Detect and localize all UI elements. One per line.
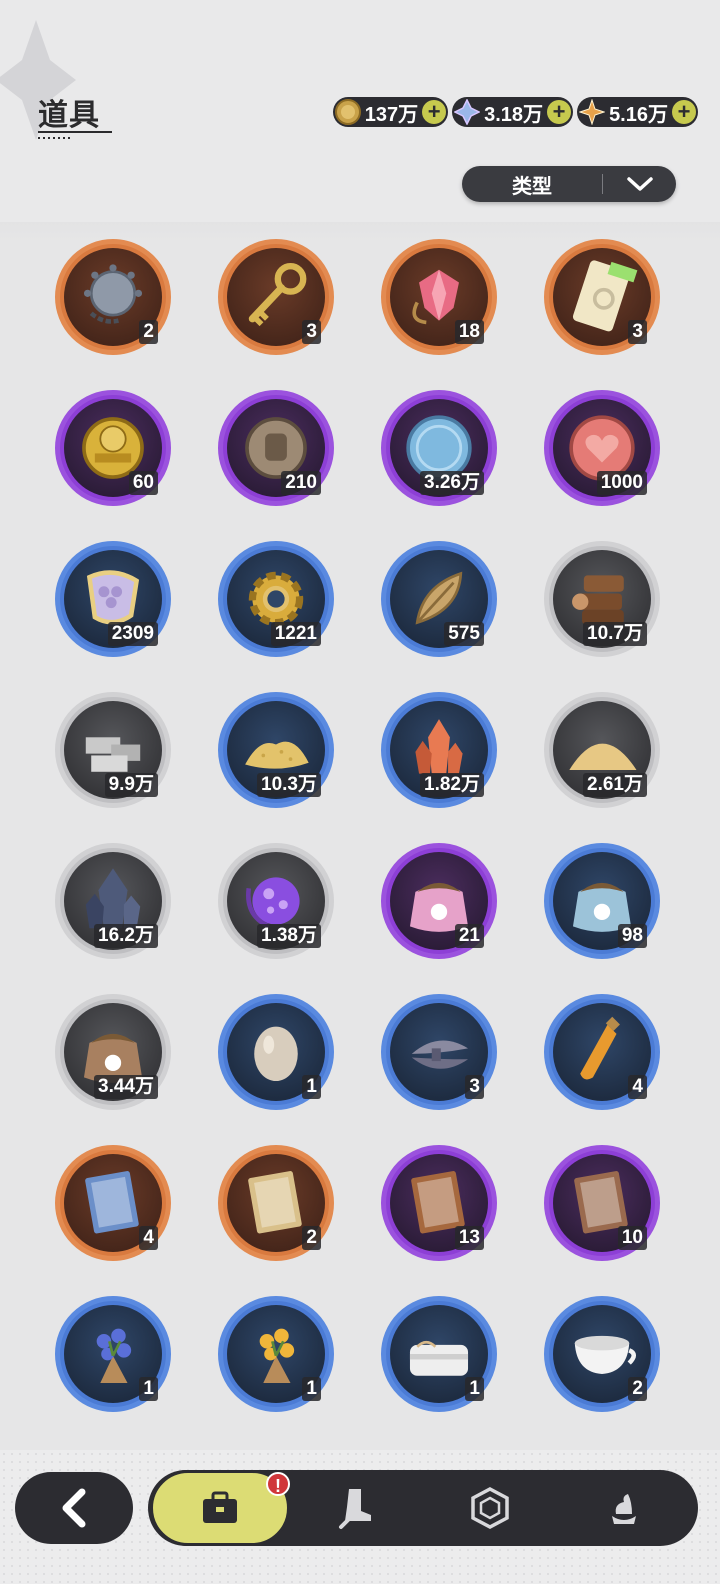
boot-sword-icon [339,1489,371,1529]
bag-icon [203,1491,237,1523]
item-count: 3.44万 [94,1075,158,1099]
item-slot-golden-book[interactable]: 2 [218,1145,334,1261]
hexagon-gem-icon [471,1487,509,1529]
item-count: 4 [628,1075,647,1099]
type-filter-dropdown[interactable]: 类型 [462,166,676,202]
type-filter-label: 类型 [512,175,552,198]
item-count: 1 [302,1377,321,1401]
item-slot-egg[interactable]: 1 [218,994,334,1110]
back-arrow-icon [62,1488,86,1528]
item-count: 21 [454,924,484,948]
item-count: 3 [465,1075,484,1099]
currency-coin: 137万 + [332,97,449,127]
item-count: 16.2万 [94,924,158,948]
item-count: 13 [454,1226,484,1250]
currency-bar: 137万 + 3.18万 + 5.16万 + [332,97,698,127]
crystal-icon [454,99,481,125]
item-count: 10.3万 [257,773,321,797]
item-count: 2 [628,1377,647,1401]
item-slot-spiked-mine[interactable]: 2 [55,239,171,355]
currency-crystal-value: 3.18万 [484,103,544,126]
back-button[interactable] [15,1472,133,1544]
item-count: 2.61万 [583,773,647,797]
item-slot-purple-orb[interactable]: 1.38万 [218,843,334,959]
item-slot-teacup[interactable]: 2 [544,1296,660,1412]
item-count: 3.26万 [420,471,484,495]
item-slot-rainbow-ticket[interactable]: 3 [544,239,660,355]
item-slot-sand-pile[interactable]: 2.61万 [544,692,660,808]
add-coin-button[interactable]: + [422,100,447,124]
title-underline [38,131,112,133]
item-slot-leaf[interactable]: 575 [381,541,497,657]
item-slot-pink-food-bag[interactable]: 21 [381,843,497,959]
title-dots [38,137,72,139]
item-count: 210 [281,471,321,495]
tab-food[interactable] [584,1470,664,1546]
item-slot-gear[interactable]: 1221 [218,541,334,657]
item-count: 4 [139,1226,158,1250]
item-count: 3 [628,320,647,344]
item-count: 2 [302,1226,321,1250]
notification-badge: ! [266,1472,290,1496]
item-slot-red-gem[interactable]: 18 [381,239,497,355]
add-crystal-button[interactable]: + [547,100,572,124]
item-slot-towel[interactable]: 1 [381,1296,497,1412]
currency-coin-value: 137万 [364,103,419,126]
dessert-icon [612,1494,636,1524]
item-slot-scale-badge[interactable]: 2309 [55,541,171,657]
item-slot-blue-book[interactable]: 4 [55,1145,171,1261]
item-count: 98 [617,924,647,948]
item-grid: 2 3 18 3 60 210 3.26万 1000 2309 1221 575 10.7万 9.9万 1… [0,222,720,1450]
bottom-nav [148,1470,698,1546]
item-count: 1 [139,1377,158,1401]
item-count: 575 [444,622,484,646]
item-count: 10.7万 [583,622,647,646]
item-slot-blue-food-bag[interactable]: 98 [544,843,660,959]
item-count: 10 [617,1226,647,1250]
tab-equipment[interactable] [318,1470,398,1546]
item-count: 3 [302,320,321,344]
item-count: 9.9万 [104,773,158,797]
tab-gem[interactable] [450,1470,530,1546]
item-count: 1 [465,1377,484,1401]
item-count: 18 [454,320,484,344]
item-count: 1.38万 [257,924,321,948]
item-slot-blue-bouquet[interactable]: 1 [55,1296,171,1412]
item-slot-logs[interactable]: 10.7万 [544,541,660,657]
currency-crystal: 3.18万 + [452,97,574,127]
item-count: 1000 [596,471,647,495]
item-slot-potion[interactable]: 4 [544,994,660,1110]
item-slot-gold-sand[interactable]: 10.3万 [218,692,334,808]
chevron-down-icon [603,176,676,192]
item-slot-dark-crystal[interactable]: 16.2万 [55,843,171,959]
add-star-gem-button[interactable]: + [672,100,696,124]
gold-coin-icon [334,99,361,125]
item-count: 1221 [270,622,321,646]
item-slot-yellow-bouquet[interactable]: 1 [218,1296,334,1412]
item-slot-stone-bricks[interactable]: 9.9万 [55,692,171,808]
star-gem-icon [579,99,606,125]
page-title: 道具 [38,99,100,132]
item-slot-blue-coin[interactable]: 3.26万 [381,390,497,506]
item-slot-brown-book[interactable]: 13 [381,1145,497,1261]
item-slot-heart-coin[interactable]: 1000 [544,390,660,506]
item-slot-orange-crystal[interactable]: 1.82万 [381,692,497,808]
item-count: 1.82万 [420,773,484,797]
item-count: 60 [128,471,158,495]
item-slot-feather-bundle[interactable]: 3 [381,994,497,1110]
item-count: 2309 [107,622,158,646]
item-slot-football-coin[interactable]: 60 [55,390,171,506]
currency-star-gem: 5.16万 + [577,97,698,127]
item-slot-sword-book[interactable]: 10 [544,1145,660,1261]
currency-star-gem-value: 5.16万 [609,103,668,126]
item-slot-fist-coin[interactable]: 210 [218,390,334,506]
item-count: 2 [139,320,158,344]
item-slot-brown-food-bag[interactable]: 3.44万 [55,994,171,1110]
item-count: 1 [302,1075,321,1099]
item-slot-golden-key[interactable]: 3 [218,239,334,355]
